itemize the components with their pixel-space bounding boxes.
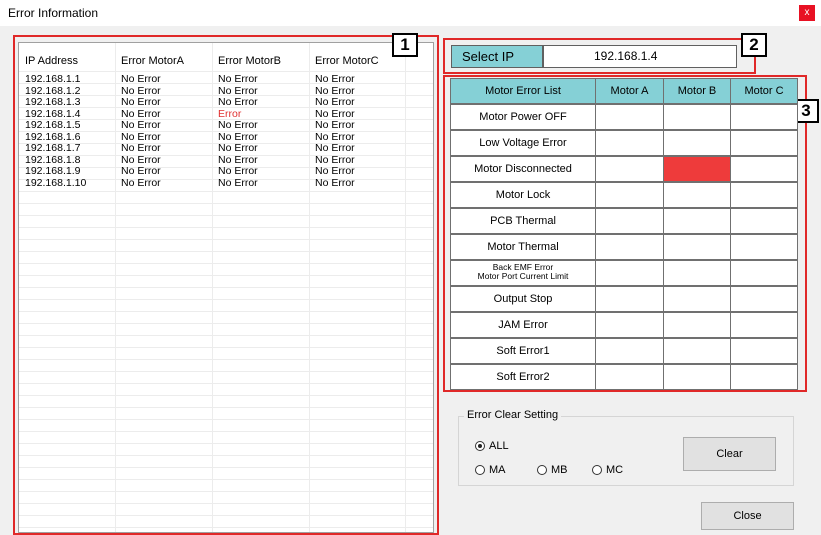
- radio-all-dot[interactable]: [475, 441, 485, 451]
- motor-error-indicator: [595, 104, 664, 130]
- error-type-label: Motor Thermal: [450, 234, 596, 260]
- select-ip-label: Select IP: [451, 45, 543, 68]
- radio-mb-label: MB: [551, 464, 568, 476]
- motor-error-indicator: [595, 182, 664, 208]
- motor-column-header: Motor B: [663, 78, 731, 104]
- motor-error-indicator: [730, 156, 798, 182]
- error-clear-title: Error Clear Setting: [464, 409, 562, 421]
- radio-mc-dot[interactable]: [592, 465, 602, 475]
- motor-error-indicator: [663, 260, 731, 286]
- motor-error-indicator: [663, 338, 731, 364]
- motor-error-indicator: [730, 182, 798, 208]
- motor-error-indicator: [663, 104, 731, 130]
- motor-column-header: Motor C: [730, 78, 798, 104]
- error-type-label: Low Voltage Error: [450, 130, 596, 156]
- motor-error-indicator: [663, 130, 731, 156]
- error-type-label: JAM Error: [450, 312, 596, 338]
- radio-mc[interactable]: MC: [592, 464, 623, 476]
- motor-error-indicator: [595, 260, 664, 286]
- error-type-label: Motor Power OFF: [450, 104, 596, 130]
- motor-error-indicator: [595, 338, 664, 364]
- motor-error-indicator: [663, 286, 731, 312]
- motor-error-indicator: [595, 364, 664, 390]
- error-type-label: Motor Disconnected: [450, 156, 596, 182]
- error-type-label: PCB Thermal: [450, 208, 596, 234]
- motor-error-indicator: [663, 364, 731, 390]
- motor-error-indicator: [730, 234, 798, 260]
- motor-error-indicator: [595, 156, 664, 182]
- window-title: Error Information: [8, 6, 99, 20]
- motor-error-indicator: [663, 182, 731, 208]
- radio-ma[interactable]: MA: [475, 464, 506, 476]
- error-type-label: Back EMF Error Motor Port Current Limit: [450, 260, 596, 286]
- close-window-button[interactable]: x: [799, 5, 815, 21]
- title-bar: Error Information x: [0, 0, 821, 26]
- motor-error-indicator: [595, 130, 664, 156]
- motor-error-list-header: Motor Error List: [450, 78, 596, 104]
- error-type-label: Output Stop: [450, 286, 596, 312]
- error-type-label-line: Motor Port Current Limit: [477, 271, 569, 281]
- motor-error-indicator: [663, 312, 731, 338]
- motor-error-indicator: [730, 338, 798, 364]
- close-button[interactable]: Close: [701, 502, 794, 530]
- motor-error-indicator: [730, 260, 798, 286]
- motor-error-indicator: [730, 208, 798, 234]
- motor-error-indicator: [595, 286, 664, 312]
- annotation-badge-1: 1: [392, 33, 418, 57]
- radio-mb-dot[interactable]: [537, 465, 547, 475]
- motor-error-indicator: [730, 130, 798, 156]
- motor-error-indicator: [730, 104, 798, 130]
- radio-all[interactable]: ALL: [475, 440, 509, 452]
- annotation-frame-1: [13, 35, 439, 535]
- radio-ma-dot[interactable]: [475, 465, 485, 475]
- error-type-label: Motor Lock: [450, 182, 596, 208]
- radio-all-label: ALL: [489, 440, 509, 452]
- clear-button[interactable]: Clear: [683, 437, 776, 471]
- motor-error-indicator: [663, 156, 731, 182]
- annotation-badge-2: 2: [741, 33, 767, 57]
- error-type-label: Soft Error1: [450, 338, 596, 364]
- motor-error-indicator: [663, 208, 731, 234]
- motor-error-indicator: [595, 234, 664, 260]
- radio-mb[interactable]: MB: [537, 464, 568, 476]
- radio-mc-label: MC: [606, 464, 624, 476]
- motor-error-indicator: [595, 312, 664, 338]
- error-type-label: Soft Error2: [450, 364, 596, 390]
- motor-column-header: Motor A: [595, 78, 664, 104]
- motor-error-indicator: [730, 364, 798, 390]
- radio-ma-label: MA: [489, 464, 506, 476]
- motor-error-indicator: [730, 312, 798, 338]
- select-ip-field[interactable]: 192.168.1.4: [543, 45, 737, 68]
- motor-error-indicator: [595, 208, 664, 234]
- motor-error-indicator: [663, 234, 731, 260]
- motor-error-indicator: [730, 286, 798, 312]
